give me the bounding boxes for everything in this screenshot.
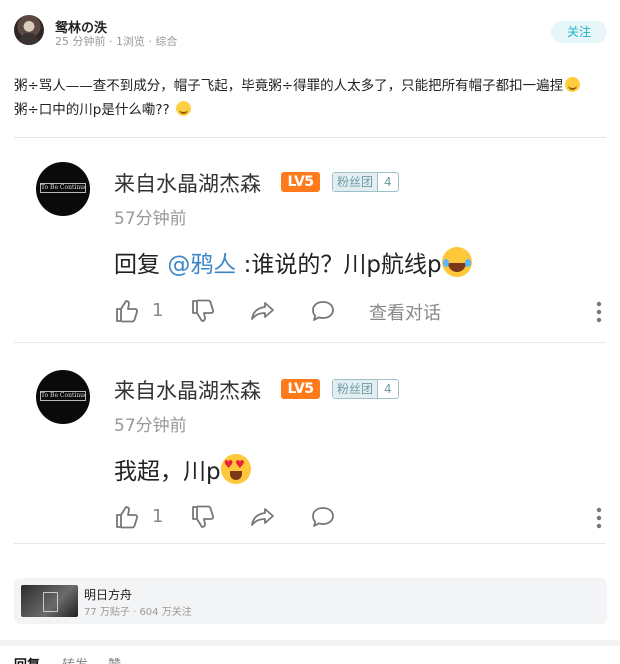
thumbs-down-icon[interactable] bbox=[190, 298, 216, 324]
commenter-name[interactable]: 来自水晶湖杰森 bbox=[114, 375, 261, 405]
sweat-smile-emoji-icon bbox=[565, 77, 581, 92]
forum-card[interactable]: 明日方舟 77 万贴子 · 604 万关注 bbox=[14, 578, 607, 624]
like-count: 1 bbox=[152, 506, 164, 527]
comment-text: 我超，川p bbox=[114, 459, 221, 485]
forum-name: 明日方舟 bbox=[84, 588, 133, 602]
post-content: 粥÷骂人——查不到成分，帽子飞起，毕竟粥÷得罪的人太多了，只能把所有帽子都扣一遍… bbox=[14, 74, 614, 122]
fan-group-label: 粉丝团 bbox=[333, 173, 378, 191]
like-count: 1 bbox=[152, 300, 164, 321]
fan-group-label: 粉丝团 bbox=[333, 380, 378, 398]
comment-icon[interactable] bbox=[310, 504, 336, 530]
comment-card: To Be Continued 来自水晶湖杰森 LV5 粉丝团 4 57分钟前 … bbox=[14, 344, 606, 544]
comment-actions: 1 查看对话 bbox=[114, 296, 606, 328]
comment-icon[interactable] bbox=[310, 298, 336, 324]
comment-body: 回复 @鸦亼 :谁说的？川p航线p bbox=[114, 245, 472, 279]
fan-group-badge: 粉丝团 4 bbox=[332, 172, 399, 192]
comment-actions: 1 bbox=[114, 502, 606, 534]
author-avatar[interactable] bbox=[14, 15, 44, 45]
thumbs-up-icon[interactable] bbox=[114, 504, 140, 530]
comment-body: 我超，川p bbox=[114, 452, 251, 486]
post-header: 鸳林の泆 25 分钟前 · 1浏览 · 综合 关注 bbox=[0, 0, 620, 60]
thumbs-down-icon[interactable] bbox=[190, 504, 216, 530]
screenshot-quote: To Be Continued 来自水晶湖杰森 LV5 粉丝团 4 57分钟前 … bbox=[14, 137, 606, 545]
view-conversation-link[interactable]: 查看对话 bbox=[369, 299, 441, 325]
post-meta: 25 分钟前 · 1浏览 · 综合 bbox=[55, 35, 178, 48]
forum-stats: 77 万贴子 · 604 万关注 bbox=[84, 607, 192, 618]
thumbs-up-icon[interactable] bbox=[114, 298, 140, 324]
share-icon[interactable] bbox=[250, 504, 276, 530]
fan-group-level: 4 bbox=[377, 173, 398, 191]
comment-card: To Be Continued 来自水晶湖杰森 LV5 粉丝团 4 57分钟前 … bbox=[14, 138, 606, 343]
post-line-2-text: 粥÷口中的川p是什么嘞?? bbox=[14, 102, 170, 118]
heart-eyes-emoji-icon bbox=[220, 454, 251, 484]
tab-like[interactable]: 赞 bbox=[108, 654, 121, 664]
level-badge: LV5 bbox=[281, 172, 320, 192]
comment-time: 57分钟前 bbox=[114, 209, 187, 229]
more-options-icon[interactable] bbox=[594, 299, 604, 325]
more-options-icon[interactable] bbox=[594, 505, 604, 531]
share-icon[interactable] bbox=[250, 298, 276, 324]
tears-of-joy-emoji-icon bbox=[441, 247, 472, 277]
forum-thumbnail bbox=[21, 585, 78, 617]
bottom-tab-bar: 回复 转发 赞 bbox=[0, 640, 620, 664]
follow-button[interactable]: 关注 bbox=[551, 21, 607, 43]
commenter-avatar[interactable]: To Be Continued bbox=[36, 162, 90, 216]
flushed-emoji-icon bbox=[176, 101, 192, 116]
avatar-text: To Be Continued bbox=[40, 183, 86, 193]
comment-time: 57分钟前 bbox=[114, 416, 187, 436]
post-line-1: 粥÷骂人——查不到成分，帽子飞起，毕竟粥÷得罪的人太多了，只能把所有帽子都扣一遍… bbox=[14, 74, 614, 98]
tab-reply[interactable]: 回复 bbox=[14, 654, 40, 664]
commenter-name[interactable]: 来自水晶湖杰森 bbox=[114, 168, 261, 198]
tab-repost[interactable]: 转发 bbox=[62, 654, 88, 664]
fan-group-level: 4 bbox=[377, 380, 398, 398]
fan-group-badge: 粉丝团 4 bbox=[332, 379, 399, 399]
post-line-1-text: 粥÷骂人——查不到成分，帽子飞起，毕竟粥÷得罪的人太多了，只能把所有帽子都扣一遍… bbox=[14, 78, 564, 94]
reply-prefix: 回复 bbox=[114, 252, 168, 278]
comment-text: :谁说的？川p航线p bbox=[236, 252, 442, 278]
commenter-avatar[interactable]: To Be Continued bbox=[36, 370, 90, 424]
mention-link[interactable]: @鸦亼 bbox=[167, 252, 236, 278]
level-badge: LV5 bbox=[281, 379, 320, 399]
avatar-text: To Be Continued bbox=[40, 391, 86, 401]
post-line-2: 粥÷口中的川p是什么嘞?? bbox=[14, 98, 614, 122]
